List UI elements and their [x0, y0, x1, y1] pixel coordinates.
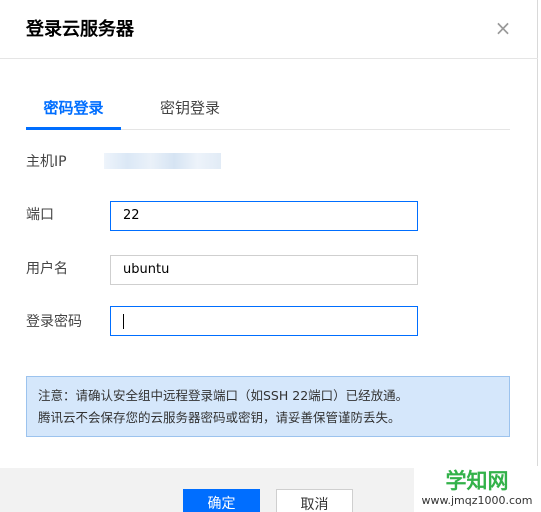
- host-ip-value-redacted: [104, 153, 221, 169]
- notice-box: 注意：请确认安全组中远程登录端口（如SSH 22端口）已经放通。 腾讯云不会保存…: [26, 376, 510, 437]
- port-input[interactable]: 22: [110, 201, 418, 231]
- username-input[interactable]: ubuntu: [110, 255, 418, 285]
- login-tabs: 密码登录 密钥登录: [26, 92, 510, 130]
- dialog-title: 登录云服务器: [26, 19, 134, 40]
- notice-line-1: 注意：请确认安全组中远程登录端口（如SSH 22端口）已经放通。: [38, 388, 409, 403]
- watermark-title: 学知网: [445, 469, 509, 493]
- login-dialog: 登录云服务器 × 密码登录 密钥登录 主机IP 端口 22 用户名 ubuntu…: [0, 0, 538, 512]
- username-label: 用户名: [26, 261, 68, 277]
- site-watermark: 学知网 www.jmqz1000.com: [414, 466, 540, 512]
- password-input[interactable]: [110, 306, 418, 336]
- port-label: 端口: [26, 207, 54, 223]
- text-caret: [123, 314, 124, 329]
- password-label: 登录密码: [26, 314, 82, 330]
- cancel-button[interactable]: 取消: [276, 489, 353, 512]
- notice-line-2: 腾讯云不会保存您的云服务器密码或密钥，请妥善保管谨防丢失。: [38, 410, 401, 425]
- tab-key-login[interactable]: 密钥登录: [142, 92, 238, 130]
- tab-password-login[interactable]: 密码登录: [26, 92, 121, 130]
- confirm-button[interactable]: 确定: [183, 489, 260, 512]
- watermark-url: www.jmqz1000.com: [421, 494, 533, 507]
- dialog-header: 登录云服务器 ×: [0, 0, 538, 59]
- close-icon[interactable]: ×: [492, 16, 514, 40]
- host-ip-label: 主机IP: [26, 154, 67, 170]
